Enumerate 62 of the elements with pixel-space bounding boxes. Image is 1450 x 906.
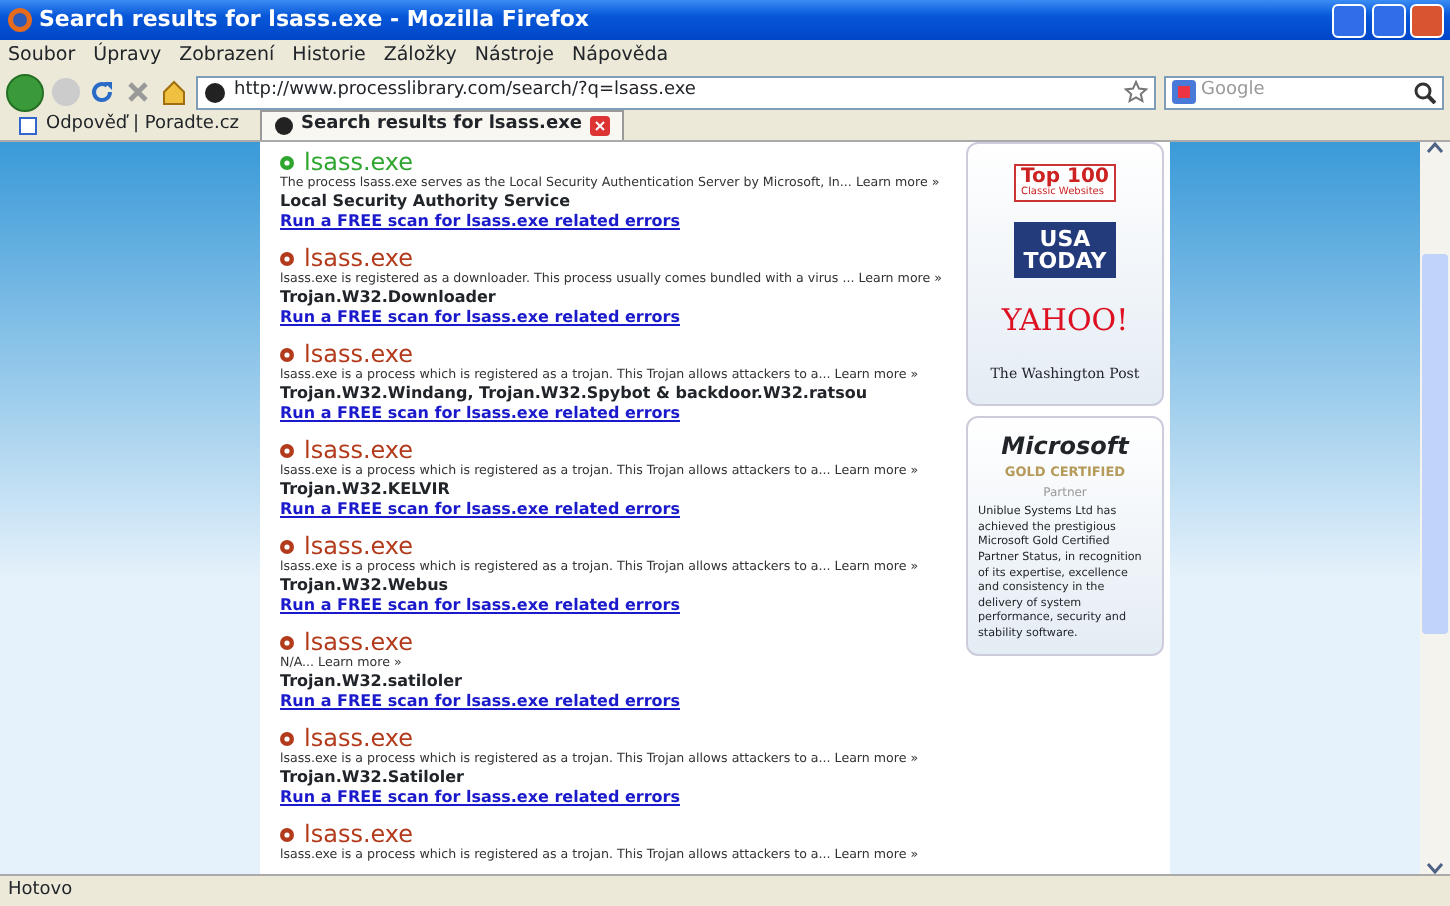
microsoft-logo: Microsoft: [999, 430, 1132, 464]
status-dot-icon: [280, 732, 294, 746]
result-title[interactable]: lsass.exe: [304, 246, 414, 272]
threat-name: Local Security Authority Service: [280, 192, 573, 212]
result-title[interactable]: lsass.exe: [304, 822, 414, 848]
status-text: Hotovo: [8, 877, 73, 904]
usa-today-logo: USA TODAY: [1013, 222, 1117, 278]
address-field[interactable]: http://www.processlibrary.com/search/?q=lsass.exe: [196, 75, 1156, 109]
status-dot-icon: [280, 636, 294, 650]
result-title[interactable]: lsass.exe: [304, 534, 414, 560]
threat-name: Trojan.W32.Webus: [280, 576, 451, 596]
menu-item[interactable]: Záložky: [383, 41, 457, 71]
firefox-icon: [6, 6, 34, 34]
scroll-down-icon[interactable]: [1426, 862, 1444, 874]
scrollbar[interactable]: [1420, 142, 1450, 874]
threat-name: Trojan.W32.Windang, Trojan.W32.Spybot & backdoor.W32.ratsou: [280, 384, 870, 404]
scan-link[interactable]: Run a FREE scan for lsass.exe related errors: [280, 596, 960, 616]
search-icon[interactable]: [1414, 81, 1436, 103]
scan-link[interactable]: Run a FREE scan for lsass.exe related errors: [280, 308, 960, 328]
browser-tab[interactable]: Search results for lsass.exe: [259, 110, 624, 140]
page-icon: [273, 116, 293, 136]
status-dot-icon: [280, 252, 294, 266]
status-dot-icon: [280, 828, 294, 842]
result-title[interactable]: lsass.exe: [304, 438, 414, 464]
menu-item[interactable]: Soubor: [8, 41, 76, 71]
scan-link[interactable]: Run a FREE scan for lsass.exe related errors: [280, 500, 960, 520]
threat-name: Trojan.W32.KELVIR: [280, 480, 452, 500]
close-button[interactable]: [1410, 3, 1444, 37]
result-title[interactable]: lsass.exe: [304, 726, 414, 752]
back-button[interactable]: [6, 73, 44, 111]
result-title[interactable]: lsass.exe: [304, 630, 414, 656]
scan-link[interactable]: Run a FREE scan for lsass.exe related errors: [280, 788, 960, 808]
menu-item[interactable]: Historie: [292, 41, 366, 71]
browser-tab[interactable]: Odpověď | Poradte.cz: [6, 110, 251, 140]
home-icon[interactable]: [160, 78, 188, 106]
scan-link[interactable]: Run a FREE scan for lsass.exe related errors: [280, 404, 960, 424]
status-dot-icon: [280, 348, 294, 362]
page-icon: [18, 115, 38, 135]
status-dot-icon: [280, 540, 294, 554]
threat-name: Trojan.W32.Downloader: [280, 288, 498, 308]
menu-item[interactable]: Nástroje: [474, 41, 555, 71]
maximize-button[interactable]: [1371, 3, 1405, 37]
site-icon: [204, 81, 226, 103]
status-dot-icon: [280, 156, 294, 170]
close-icon[interactable]: [590, 116, 610, 136]
google-icon: [1172, 80, 1196, 104]
scroll-up-icon[interactable]: [1426, 142, 1444, 154]
yahoo-logo: YAHOO!: [1001, 300, 1129, 342]
scan-link[interactable]: Run a FREE scan for lsass.exe related errors: [280, 212, 960, 232]
menu-item[interactable]: Úpravy: [93, 41, 162, 71]
menu-item[interactable]: Nápověda: [572, 41, 669, 71]
star-icon[interactable]: [1124, 80, 1148, 104]
minimize-button[interactable]: [1332, 3, 1366, 37]
scan-link[interactable]: Run a FREE scan for lsass.exe related errors: [280, 692, 960, 712]
status-dot-icon: [280, 444, 294, 458]
reload-icon[interactable]: [88, 78, 116, 106]
stop-icon[interactable]: [124, 78, 152, 106]
menu-item[interactable]: Zobrazení: [179, 41, 275, 71]
threat-name: Trojan.W32.satiloler: [280, 672, 464, 692]
window-title: Search results for lsass.exe - Mozilla Firefox: [39, 3, 592, 36]
threat-name: Trojan.W32.Satiloler: [280, 768, 466, 788]
result-title[interactable]: lsass.exe: [304, 342, 414, 368]
